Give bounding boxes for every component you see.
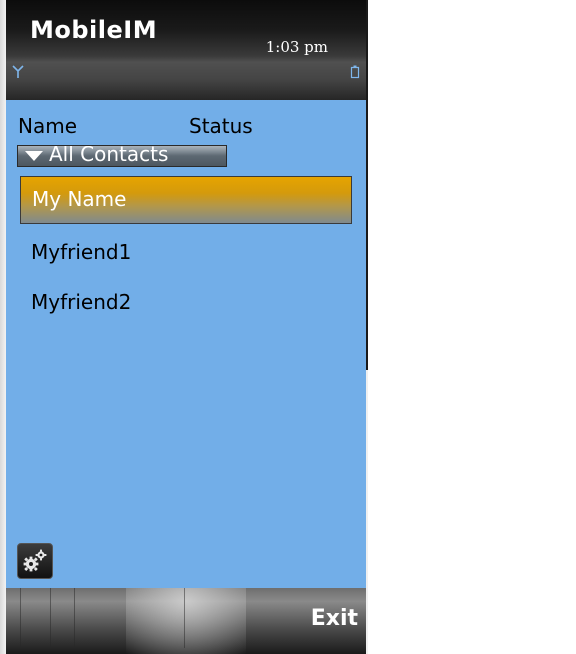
contact-label: Myfriend1 <box>31 240 132 264</box>
dropdown-selected-value: All Contacts <box>49 145 169 166</box>
phone-screen: MobileIM 1:03 pm Name Status All Contact… <box>0 0 368 654</box>
signal-antenna-icon <box>12 64 24 78</box>
contact-item-myfriend2[interactable]: Myfriend2 <box>20 278 352 328</box>
contact-item-my-name[interactable]: My Name <box>20 176 352 224</box>
softkey-divider <box>50 588 51 648</box>
right-edge <box>366 0 368 370</box>
softkey-divider <box>184 588 185 648</box>
contact-label: My Name <box>32 187 127 211</box>
softkey-divider <box>20 588 21 648</box>
column-header-status: Status <box>189 114 253 138</box>
contacts-panel: Name Status All Contacts My Name Myfrien… <box>6 100 366 588</box>
softkey-glow <box>126 588 246 654</box>
gears-icon <box>23 549 47 572</box>
right-edge-lower <box>366 370 368 654</box>
battery-icon <box>350 64 360 79</box>
clock: 1:03 pm <box>265 38 328 56</box>
app-title: MobileIM <box>30 16 158 44</box>
title-bar: MobileIM 1:03 pm <box>6 0 366 100</box>
settings-button[interactable] <box>17 543 53 579</box>
contact-list: My Name Myfriend1 Myfriend2 <box>20 176 352 328</box>
column-header-name: Name <box>18 114 78 138</box>
softkey-bar: Exit <box>6 588 366 654</box>
dropdown-arrow-icon <box>25 151 43 161</box>
contact-filter-dropdown[interactable]: All Contacts <box>17 145 227 167</box>
contact-item-myfriend1[interactable]: Myfriend1 <box>20 228 352 278</box>
exit-softkey[interactable]: Exit <box>311 606 358 631</box>
softkey-divider <box>74 588 75 648</box>
contact-label: Myfriend2 <box>31 290 132 314</box>
